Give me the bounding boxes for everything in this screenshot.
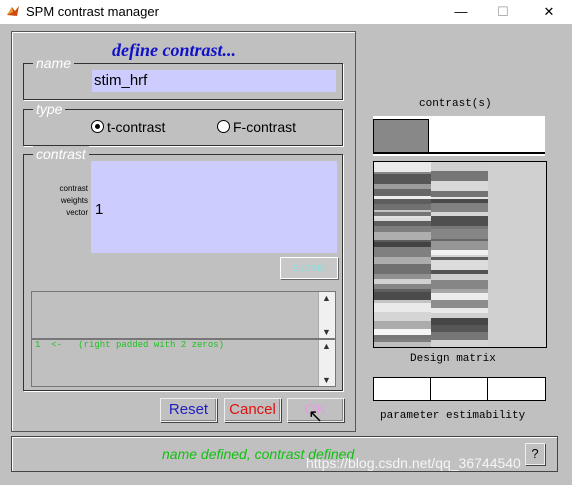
type-legend: type [33, 101, 66, 117]
window-title: SPM contrast manager [26, 4, 159, 19]
contrast-message: 1 <- (right padded with 2 zeros) [35, 340, 225, 350]
submit-button[interactable]: submit [280, 257, 338, 279]
name-group: name stim_hrf [23, 55, 343, 100]
scrollbar[interactable]: ▲ ▼ [318, 340, 335, 386]
estimability-label: parameter estimability [380, 410, 526, 422]
design-matrix-image [373, 161, 547, 348]
contrast-legend: contrast [33, 146, 89, 162]
error-listbox[interactable]: ▲ ▼ [31, 291, 336, 339]
type-group: type t-contrast F-contrast [23, 101, 343, 146]
design-matrix-column-1 [374, 162, 431, 347]
scroll-down-icon[interactable]: ▼ [322, 375, 331, 385]
contrast-weights-input[interactable]: 1 [91, 161, 337, 253]
contrasts-title: contrast(s) [419, 98, 492, 110]
parameter-estimability-row [373, 377, 546, 401]
t-contrast-label: t-contrast [107, 119, 166, 135]
message-listbox[interactable]: 1 <- (right padded with 2 zeros) ▲ ▼ [31, 339, 336, 387]
contrast-weight-bar [373, 119, 429, 153]
reset-button[interactable]: Reset [160, 398, 217, 422]
contrast-name-input[interactable]: stim_hrf [92, 70, 336, 92]
contrast-plot [373, 116, 545, 156]
watermark: https://blog.csdn.net/qq_36744540 [306, 455, 521, 471]
scroll-down-icon[interactable]: ▼ [322, 327, 331, 337]
design-matrix-label: Design matrix [410, 353, 496, 365]
help-button[interactable]: ? [525, 443, 545, 465]
scrollbar[interactable]: ▲ ▼ [318, 292, 335, 338]
panel-heading: define contrast... [112, 40, 236, 60]
radio-selected-icon [91, 120, 104, 133]
estimability-cell [488, 378, 545, 400]
close-icon[interactable]: ✕ [534, 2, 564, 22]
cancel-button[interactable]: Cancel [224, 398, 281, 422]
maximize-icon[interactable]: ☐ [488, 2, 518, 22]
title-bar: SPM contrast manager — ☐ ✕ [0, 0, 572, 24]
estimability-cell [374, 378, 431, 400]
contrast-definition-panel: define contrast... name stim_hrf type t-… [11, 31, 356, 432]
f-contrast-radio[interactable]: F-contrast [217, 119, 296, 135]
weights-vector-label: contrast weights vector [59, 184, 88, 217]
scroll-up-icon[interactable]: ▲ [322, 293, 331, 303]
design-matrix-column-2 [431, 162, 488, 347]
mouse-cursor-icon: ↖ [308, 406, 324, 426]
name-legend: name [33, 55, 75, 71]
contrast-baseline [373, 152, 545, 154]
minimize-icon[interactable]: — [446, 2, 476, 22]
radio-unselected-icon [217, 120, 230, 133]
contrast-group: contrast contrast weights vector 1 submi… [23, 146, 343, 391]
t-contrast-radio[interactable]: t-contrast [91, 119, 165, 135]
matlab-icon [7, 6, 19, 16]
scroll-up-icon[interactable]: ▲ [322, 341, 331, 351]
f-contrast-label: F-contrast [233, 119, 297, 135]
estimability-cell [431, 378, 488, 400]
